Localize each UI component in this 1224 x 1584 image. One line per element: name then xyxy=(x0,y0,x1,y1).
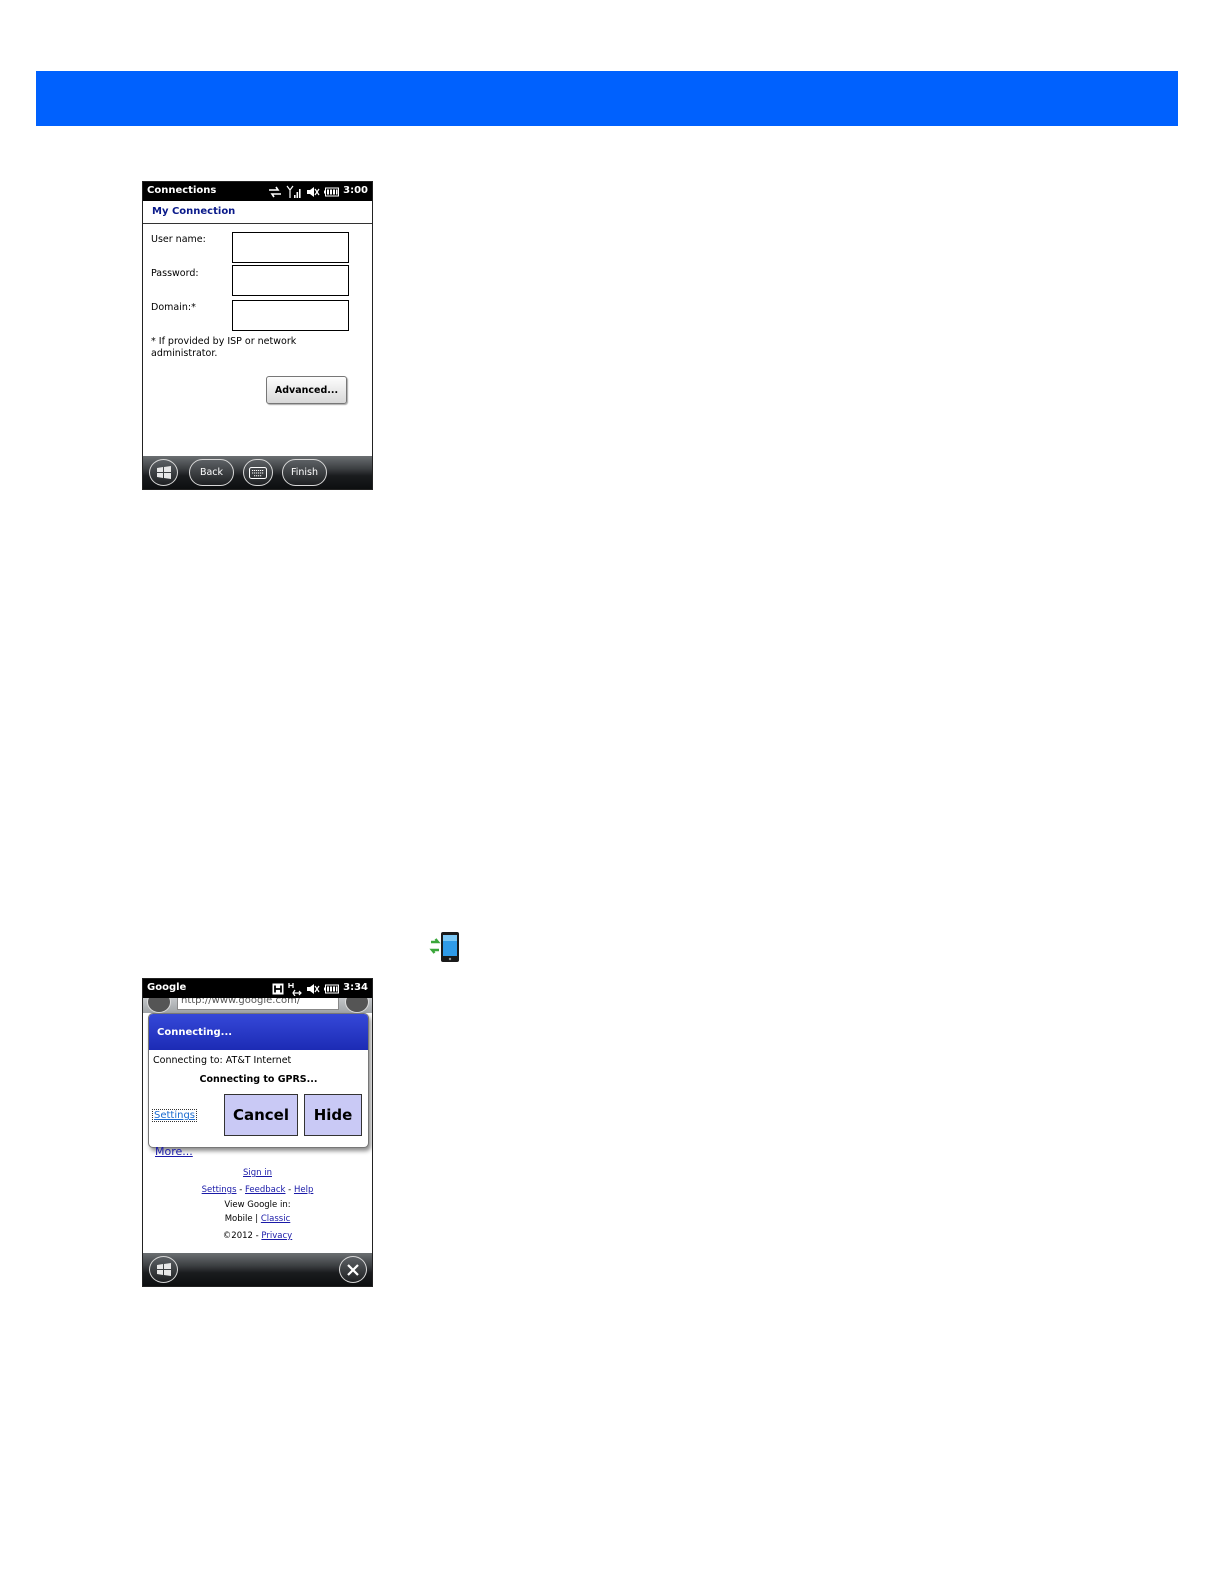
links-line: Settings - Feedback - Help xyxy=(143,1185,372,1195)
cancel-button[interactable]: Cancel xyxy=(224,1094,298,1136)
speaker-muted-icon xyxy=(307,983,320,994)
start-button[interactable] xyxy=(149,1256,178,1283)
data-arrows-icon xyxy=(288,982,302,996)
isp-note: * If provided by ISP or network administ… xyxy=(151,336,297,359)
connecting-dialog: Connecting... Connecting to: AT&T Intern… xyxy=(148,1013,369,1148)
hspa-icon xyxy=(272,983,284,994)
windows-flag-icon xyxy=(156,1262,171,1276)
start-button[interactable] xyxy=(149,459,178,486)
status-time: 3:34 xyxy=(343,982,368,993)
connecting-to-text: Connecting to: AT&T Internet xyxy=(153,1055,292,1066)
domain-input[interactable] xyxy=(232,300,349,331)
battery-icon xyxy=(324,984,339,993)
sign-in-link[interactable]: Sign in xyxy=(243,1168,272,1178)
username-label: User name: xyxy=(151,234,206,245)
status-bar: Connections 3:00 xyxy=(143,182,372,201)
domain-label: Domain:* xyxy=(151,302,196,313)
speaker-muted-icon xyxy=(307,186,320,197)
keyboard-icon xyxy=(249,466,267,479)
help-link[interactable]: Help xyxy=(294,1185,313,1195)
separator: - xyxy=(236,1185,245,1195)
connections-screen: Connections 3:00 My Connection User name… xyxy=(142,181,373,490)
windows-flag-icon xyxy=(156,465,171,479)
dialog-settings-link[interactable]: Settings xyxy=(152,1109,198,1122)
page-title: My Connection xyxy=(152,206,236,217)
settings-link[interactable]: Settings xyxy=(202,1185,237,1195)
copyright-line: ©2012 - Privacy xyxy=(143,1231,372,1241)
keyboard-button[interactable] xyxy=(243,459,273,486)
battery-icon xyxy=(324,187,339,196)
privacy-link[interactable]: Privacy xyxy=(261,1231,292,1241)
page-header: My Connection xyxy=(143,201,372,224)
sign-in-line: Sign in xyxy=(143,1168,372,1178)
page-header-banner xyxy=(36,71,1178,126)
separator: - xyxy=(285,1185,294,1195)
back-button[interactable]: Back xyxy=(189,459,234,486)
more-link[interactable]: More... xyxy=(155,1145,193,1158)
status-bar: Google 3:34 xyxy=(143,979,372,998)
classic-link[interactable]: Classic xyxy=(261,1214,290,1224)
pipe-separator: | xyxy=(252,1214,261,1224)
copyright-text: ©2012 xyxy=(222,1231,253,1241)
feedback-link[interactable]: Feedback xyxy=(245,1185,285,1195)
password-input[interactable] xyxy=(232,265,349,296)
status-time: 3:00 xyxy=(343,185,368,196)
sync-arrows-icon xyxy=(269,186,281,197)
browser-screen: http://www.google.com/ Google 3:34 Conne… xyxy=(142,978,373,1287)
phone-connection-icon xyxy=(429,932,459,962)
taskbar xyxy=(143,1253,372,1286)
signal-icon xyxy=(286,185,301,198)
finish-button[interactable]: Finish xyxy=(282,459,327,486)
dialog-title-bar: Connecting... xyxy=(149,1014,368,1050)
username-input[interactable] xyxy=(232,232,349,263)
status-title: Google xyxy=(147,982,187,993)
mode-line: Mobile | Classic xyxy=(143,1214,372,1224)
dialog-title: Connecting... xyxy=(157,1027,233,1038)
mobile-text: Mobile xyxy=(224,1214,253,1224)
connection-status-text: Connecting to GPRS... xyxy=(199,1074,318,1085)
view-in-text: View Google in: xyxy=(224,1200,291,1210)
hide-button[interactable]: Hide xyxy=(304,1094,362,1136)
taskbar: Back Finish xyxy=(143,456,372,489)
close-icon xyxy=(347,1263,359,1276)
close-button[interactable] xyxy=(339,1256,367,1283)
advanced-button[interactable]: Advanced... xyxy=(266,376,347,404)
status-title: Connections xyxy=(147,185,217,196)
password-label: Password: xyxy=(151,268,199,279)
